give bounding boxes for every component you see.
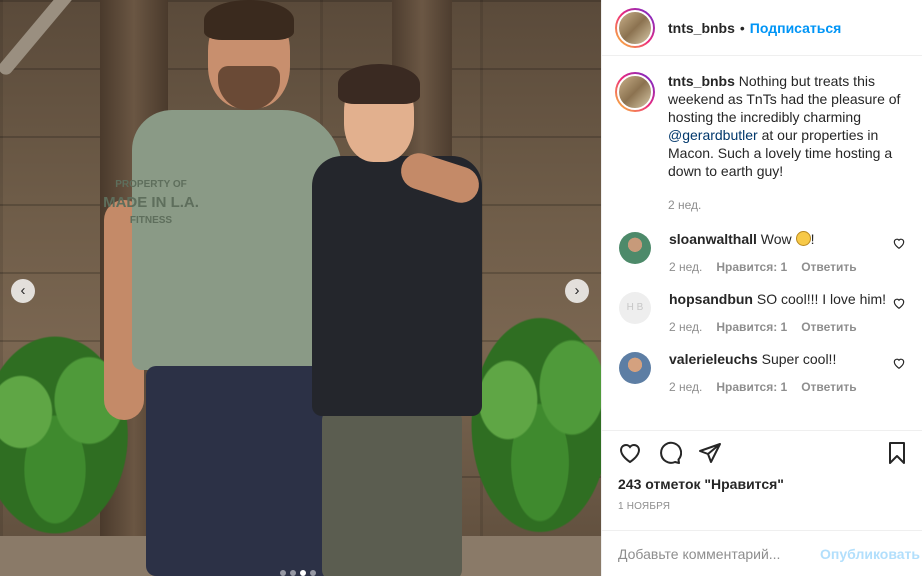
share-paper-plane-icon[interactable] <box>698 441 722 465</box>
comment-body: valerieleuchs Super cool!! 2 нед. Нравит… <box>669 350 906 394</box>
comment-text: Wow <box>756 231 796 247</box>
commenter-username-link[interactable]: valerieleuchs <box>669 351 758 367</box>
reply-button[interactable]: Ответить <box>801 260 856 274</box>
save-bookmark-icon[interactable] <box>885 441 909 465</box>
branch-decoration <box>0 0 84 78</box>
comment-text-line: sloanwalthall Wow ! <box>669 230 906 248</box>
comment-item: valerieleuchs Super cool!! 2 нед. Нравит… <box>615 350 906 394</box>
chevron-right-icon: › <box>574 282 580 299</box>
carousel-indicator <box>280 570 316 576</box>
reply-button[interactable]: Ответить <box>801 380 856 394</box>
author-username-link[interactable]: tnts_bnbs <box>668 20 735 36</box>
comment-likes-count[interactable]: Нравится: 1 <box>716 320 787 334</box>
woman-legs <box>322 410 462 576</box>
comment-body: sloanwalthall Wow ! 2 нед. Нравится: 1 О… <box>669 230 906 274</box>
commenter-avatar[interactable] <box>619 232 651 264</box>
comment-likes-count[interactable]: Нравится: 1 <box>716 380 787 394</box>
likes-count-link[interactable]: 243 отметок "Нравится" <box>602 475 922 493</box>
carousel-dot-active <box>300 570 306 576</box>
comment-bubble-icon[interactable] <box>658 441 682 465</box>
comments-section[interactable]: tnts_bnbs Nothing but treats this weeken… <box>602 56 922 431</box>
shirt-print-bottom: FITNESS <box>129 215 173 226</box>
commenter-avatar[interactable] <box>619 352 651 384</box>
comment-time[interactable]: 2 нед. <box>669 320 702 334</box>
comment-meta: 2 нед. Нравится: 1 Ответить <box>669 380 906 394</box>
carousel-dot <box>290 570 296 576</box>
comment-text: Super cool!! <box>757 351 837 367</box>
comment-text: SO cool!!! I love him! <box>753 291 887 307</box>
post-photo[interactable]: PROPERTY OF MADE IN L.A. FITNESS ‹ › <box>0 0 601 576</box>
carousel-dot <box>310 570 316 576</box>
instagram-post-modal: PROPERTY OF MADE IN L.A. FITNESS ‹ › tnt… <box>0 0 922 576</box>
carousel-next-button[interactable]: › <box>565 279 589 303</box>
caption-body: tnts_bnbs Nothing but treats this weeken… <box>668 72 906 214</box>
person-woman <box>300 60 490 576</box>
like-heart-icon[interactable] <box>618 441 642 465</box>
commenter-username-link[interactable]: sloanwalthall <box>669 231 757 247</box>
comment-time[interactable]: 2 нед. <box>669 260 702 274</box>
carousel-prev-button[interactable]: ‹ <box>11 279 35 303</box>
comment-item: H B hopsandbun SO cool!!! I love him! 2 … <box>615 290 906 334</box>
comment-time[interactable]: 2 нед. <box>669 380 702 394</box>
chevron-left-icon: ‹ <box>20 282 26 299</box>
publish-comment-button[interactable]: Опубликовать <box>820 546 920 562</box>
comment-text-suffix: ! <box>810 231 815 247</box>
post-side-panel: tnts_bnbs • Подписаться tnts_bnbs Nothin… <box>601 0 922 576</box>
mention-link[interactable]: @gerardbutler <box>668 127 758 143</box>
header-separator: • <box>739 19 745 36</box>
comment-text-line: hopsandbun SO cool!!! I love him! <box>669 290 906 308</box>
comment-body: hopsandbun SO cool!!! I love him! 2 нед.… <box>669 290 906 334</box>
like-comment-heart-icon[interactable] <box>892 296 906 310</box>
comment-meta: 2 нед. Нравится: 1 Ответить <box>669 260 906 274</box>
shirt-print-top: PROPERTY OF <box>115 179 187 190</box>
follow-button[interactable]: Подписаться <box>750 20 842 36</box>
like-comment-heart-icon[interactable] <box>892 236 906 250</box>
caption-time[interactable]: 2 нед. <box>668 196 906 214</box>
grinning-face-emoji-icon <box>795 231 811 246</box>
carousel-dot <box>280 570 286 576</box>
post-action-bar <box>602 431 922 475</box>
post-header: tnts_bnbs • Подписаться <box>602 0 922 56</box>
commenter-avatar[interactable]: H B <box>619 292 651 324</box>
author-avatar[interactable] <box>615 7 655 48</box>
man-hair <box>204 0 294 40</box>
caption-username-link[interactable]: tnts_bnbs <box>668 73 735 89</box>
add-comment-form: Опубликовать <box>602 530 922 576</box>
woman-hair <box>338 64 420 104</box>
comment-likes-count[interactable]: Нравится: 1 <box>716 260 787 274</box>
post-date[interactable]: 1 ноября <box>602 493 922 512</box>
comment-input[interactable] <box>618 545 821 562</box>
reply-button[interactable]: Ответить <box>801 320 856 334</box>
post-caption: tnts_bnbs Nothing but treats this weeken… <box>615 72 906 214</box>
like-comment-heart-icon[interactable] <box>892 356 906 370</box>
comment-meta: 2 нед. Нравится: 1 Ответить <box>669 320 906 334</box>
shirt-print: PROPERTY OF MADE IN L.A. FITNESS <box>96 176 206 230</box>
avatar-image <box>617 74 653 110</box>
commenter-username-link[interactable]: hopsandbun <box>669 291 753 307</box>
comment-item: sloanwalthall Wow ! 2 нед. Нравится: 1 О… <box>615 230 906 274</box>
caption-author-avatar[interactable] <box>615 72 655 112</box>
shirt-print-main: MADE IN L.A. <box>103 194 199 211</box>
avatar-image <box>617 9 653 46</box>
comment-text-line: valerieleuchs Super cool!! <box>669 350 906 368</box>
